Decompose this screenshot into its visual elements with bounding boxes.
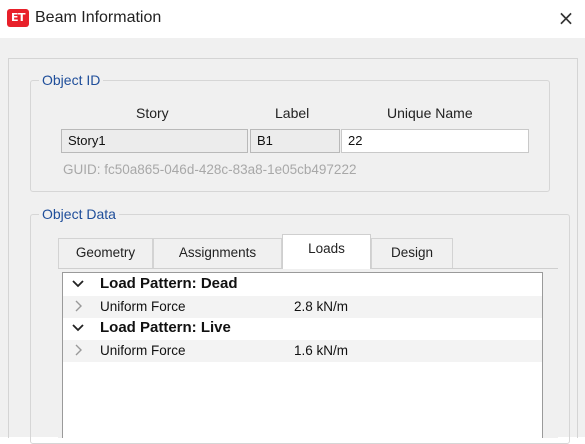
label-column-header: Label	[275, 105, 310, 121]
tree-item-live-uniform-force[interactable]: Uniform Force 1.6 kN/m	[63, 340, 542, 362]
window-title: Beam Information	[35, 9, 162, 26]
group-label-dead: Load Pattern: Dead	[100, 275, 238, 292]
dialog-body: Object ID Story Label Unique Name Story1…	[0, 38, 585, 444]
story-column-header: Story	[136, 105, 169, 121]
unique-name-column-header: Unique Name	[387, 105, 473, 121]
tree-group-dead[interactable]: Load Pattern: Dead	[63, 274, 542, 296]
close-icon[interactable]: ×	[551, 3, 581, 33]
beam-information-dialog: ET Beam Information × Object ID Story La…	[0, 0, 585, 444]
object-id-legend: Object ID	[39, 72, 104, 88]
item-value-live-uniform-force: 1.6 kN/m	[294, 343, 349, 358]
group-label-live: Load Pattern: Live	[100, 319, 231, 336]
tree-group-live[interactable]: Load Pattern: Live	[63, 318, 542, 340]
item-label-live-uniform-force: Uniform Force	[100, 343, 186, 358]
loads-tree: Load Pattern: Dead Uniform Force 2.8 kN/…	[62, 272, 543, 438]
item-label-dead-uniform-force: Uniform Force	[100, 299, 186, 314]
unique-name-field[interactable]: 22	[341, 129, 529, 153]
item-value-dead-uniform-force: 2.8 kN/m	[294, 299, 349, 314]
tab-loads[interactable]: Loads	[282, 234, 371, 269]
title-bar: ET Beam Information ×	[0, 0, 585, 38]
chevron-right-icon[interactable]	[71, 298, 85, 314]
tab-assignments[interactable]: Assignments	[153, 238, 282, 268]
chevron-right-icon[interactable]	[71, 342, 85, 358]
tree-item-dead-uniform-force[interactable]: Uniform Force 2.8 kN/m	[63, 296, 542, 318]
chevron-down-icon[interactable]	[71, 320, 85, 336]
tab-design[interactable]: Design	[371, 238, 453, 268]
chevron-down-icon[interactable]	[71, 276, 85, 292]
story-field[interactable]: Story1	[61, 129, 248, 153]
tab-geometry[interactable]: Geometry	[58, 238, 153, 268]
etabs-app-icon: ET	[7, 9, 29, 27]
object-data-legend: Object Data	[39, 206, 119, 222]
label-field[interactable]: B1	[250, 129, 340, 153]
guid-text: GUID: fc50a865-046d-428c-83a8-1e05cb4972…	[63, 162, 357, 177]
